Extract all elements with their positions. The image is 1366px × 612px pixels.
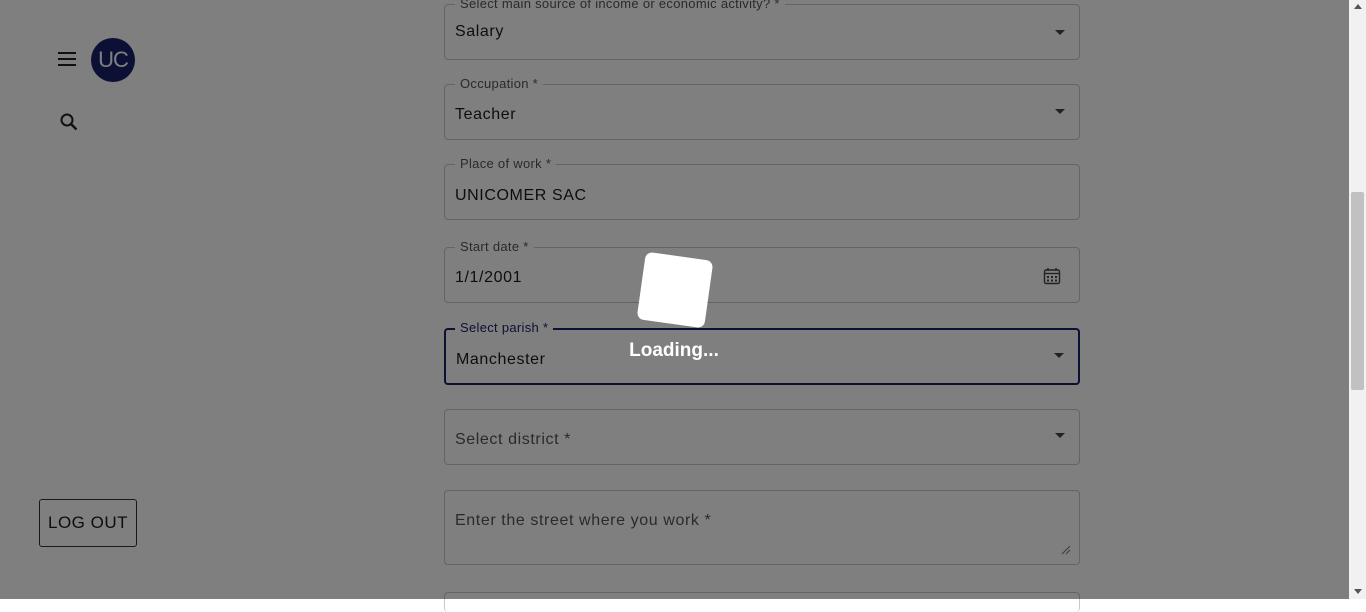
scroll-up-arrow-icon[interactable] (1354, 4, 1362, 9)
loading-spinner (636, 251, 714, 329)
loading-overlay: Loading... (0, 0, 1349, 599)
vertical-scrollbar[interactable] (1349, 0, 1366, 599)
scroll-down-arrow-icon[interactable] (1354, 589, 1362, 594)
loading-text: Loading... (629, 340, 719, 361)
scrollbar-thumb[interactable] (1351, 192, 1364, 390)
